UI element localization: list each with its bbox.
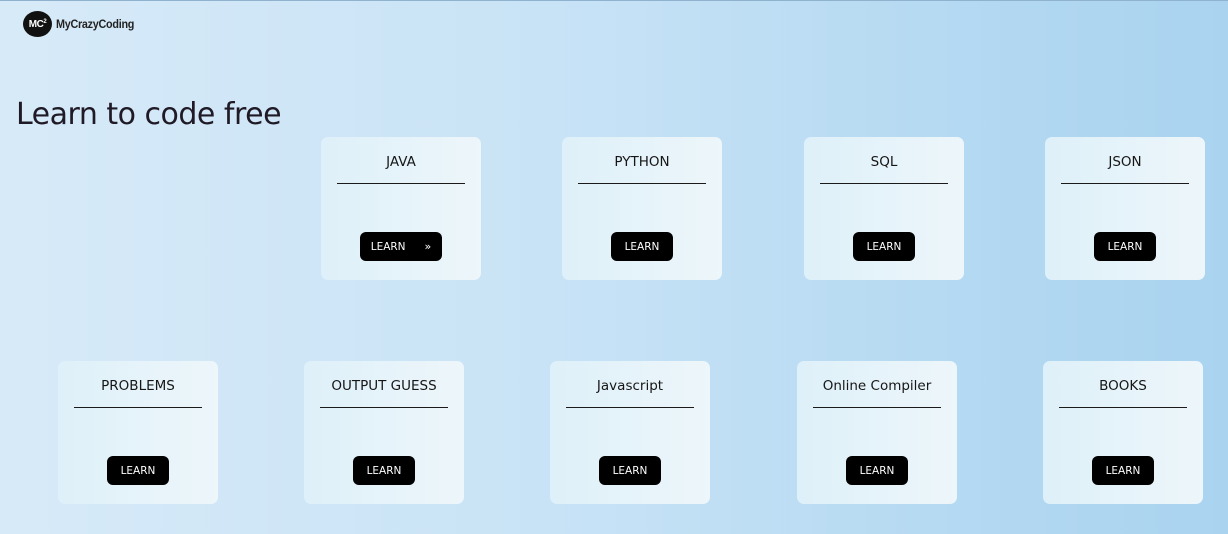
card-title: JSON (1108, 154, 1142, 170)
hero-title: Learn to code free (16, 97, 282, 132)
learn-button-java[interactable]: LEARN » (360, 232, 442, 261)
card-divider (578, 183, 706, 184)
learn-button-books[interactable]: LEARN (1092, 456, 1154, 485)
card-divider (1061, 183, 1189, 184)
course-card-problems: PROBLEMS LEARN (58, 361, 218, 504)
learn-button-problems[interactable]: LEARN (107, 456, 169, 485)
card-divider (813, 407, 941, 408)
card-title: PYTHON (614, 154, 670, 170)
brand[interactable]: MC 2 MyCrazyCoding (23, 11, 143, 37)
card-divider (337, 183, 465, 184)
course-card-json: JSON LEARN (1045, 137, 1205, 280)
learn-button-javascript[interactable]: LEARN (599, 456, 661, 485)
card-divider (320, 407, 448, 408)
course-card-output-guess: OUTPUT GUESS LEARN (304, 361, 464, 504)
course-card-python: PYTHON LEARN (562, 137, 722, 280)
double-chevron-right-icon: » (424, 240, 432, 253)
course-card-sql: SQL LEARN (804, 137, 964, 280)
course-card-java: JAVA LEARN » (321, 137, 481, 280)
learn-button-output-guess[interactable]: LEARN (353, 456, 415, 485)
card-divider (820, 183, 948, 184)
learn-button-sql[interactable]: LEARN (853, 232, 915, 261)
card-title: OUTPUT GUESS (331, 378, 437, 394)
card-title: JAVA (386, 154, 416, 170)
card-title: Online Compiler (822, 378, 932, 394)
card-divider (566, 407, 694, 408)
card-title: Javascript (596, 378, 664, 394)
logo-superscript: 2 (43, 18, 47, 25)
learn-button-label: LEARN (370, 240, 406, 253)
brand-name[interactable]: MyCrazyCoding (56, 17, 134, 31)
logo-text: MC (28, 18, 44, 30)
course-card-javascript: Javascript LEARN (550, 361, 710, 504)
card-title: SQL (870, 154, 898, 170)
card-title: PROBLEMS (101, 378, 175, 394)
brand-logo[interactable]: MC 2 (23, 11, 52, 37)
card-title: BOOKS (1099, 378, 1147, 394)
course-card-books: BOOKS LEARN (1043, 361, 1203, 504)
learn-button-json[interactable]: LEARN (1094, 232, 1156, 261)
learn-button-online-compiler[interactable]: LEARN (846, 456, 908, 485)
card-divider (1059, 407, 1187, 408)
card-divider (74, 407, 202, 408)
course-card-online-compiler: Online Compiler LEARN (797, 361, 957, 504)
learn-button-python[interactable]: LEARN (611, 232, 673, 261)
